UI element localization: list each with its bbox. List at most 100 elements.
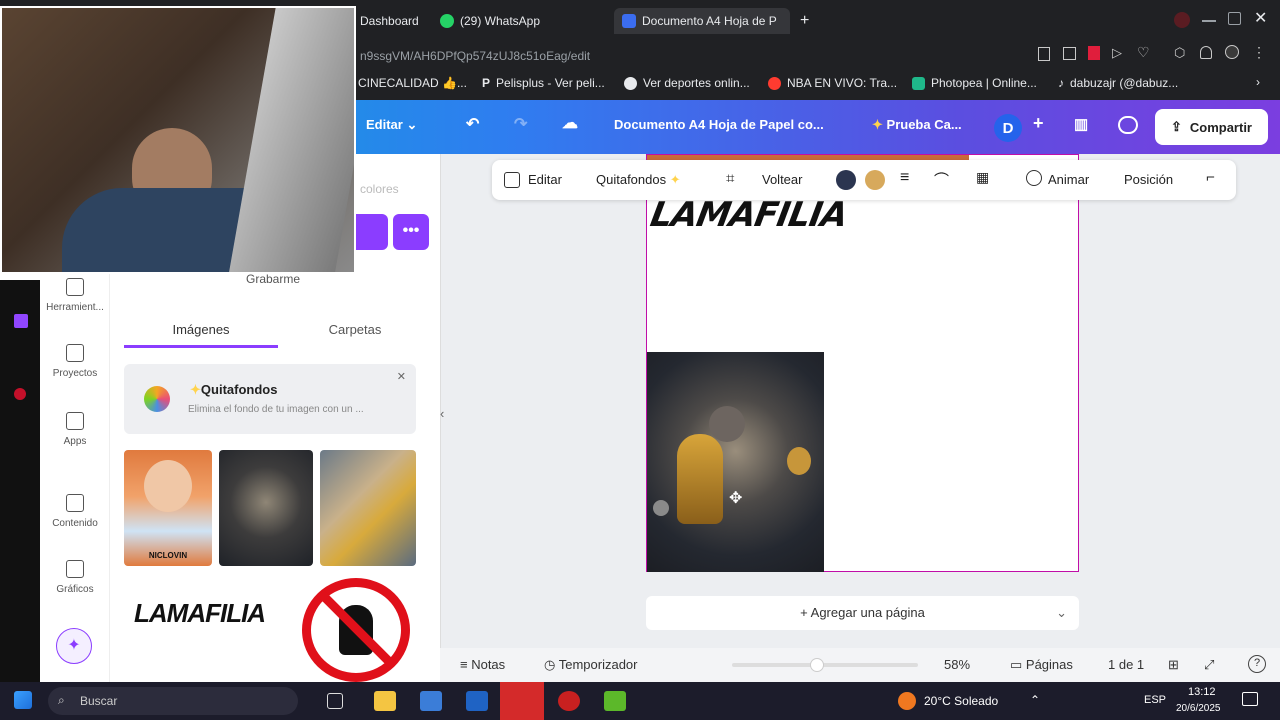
color-swatch-dark[interactable]: [836, 170, 856, 190]
bookmark-cinecalidad[interactable]: CINECALIDAD 👍...: [358, 76, 467, 90]
tab-dashboard[interactable]: Dashboard: [352, 8, 427, 34]
file-explorer-icon[interactable]: [374, 691, 396, 711]
avatar[interactable]: [1225, 45, 1239, 59]
bgremover-promo-card[interactable]: ✦Quitafondos Elimina el fondo de tu imag…: [124, 364, 416, 434]
bookmark-deportes[interactable]: Ver deportes onlin...: [624, 76, 750, 90]
rotate-handle[interactable]: [653, 500, 669, 516]
insights-icon[interactable]: ▥: [1074, 115, 1088, 133]
nav-content[interactable]: Contenido: [40, 494, 110, 529]
avatar[interactable]: D: [994, 114, 1022, 142]
redo-icon[interactable]: ↷: [514, 114, 527, 134]
zoom-handle[interactable]: [810, 658, 824, 672]
windows-start-icon[interactable]: [14, 691, 32, 709]
nav-projects[interactable]: Proyectos: [40, 344, 110, 379]
collapse-panel-icon[interactable]: ‹: [440, 406, 444, 421]
nav-charts[interactable]: Gráficos: [40, 560, 110, 595]
record-icon[interactable]: [1088, 46, 1100, 60]
maximize-icon[interactable]: [1228, 12, 1241, 25]
heart-icon[interactable]: ♡: [1137, 44, 1150, 61]
image-thumb-trophy[interactable]: [219, 450, 313, 566]
share-button[interactable]: ⇪ Compartir: [1154, 109, 1268, 145]
chevron-right-icon[interactable]: ›: [1256, 75, 1260, 89]
primary-action-button[interactable]: [356, 214, 388, 250]
tab-documento[interactable]: Documento A4 Hoja de P: [614, 8, 790, 34]
animate-button[interactable]: Animar: [1048, 172, 1089, 187]
color-swatch-gold[interactable]: [865, 170, 885, 190]
new-tab-button[interactable]: +: [792, 8, 817, 34]
paint-roller-icon[interactable]: ⌐: [1206, 169, 1215, 186]
pages-button[interactable]: ▭ Páginas: [1010, 657, 1073, 673]
image-thumb-sticker[interactable]: NICLOVIN: [124, 450, 212, 566]
nav-apps[interactable]: Apps: [40, 412, 110, 447]
add-collaborator-icon[interactable]: +: [1033, 113, 1044, 134]
bookmark-photopea[interactable]: Photopea | Online...: [912, 76, 1037, 90]
bookmark-icon[interactable]: [1038, 47, 1050, 61]
tab-whatsapp[interactable]: (29) WhatsApp: [432, 8, 548, 34]
play-icon[interactable]: ▷: [1112, 45, 1122, 61]
taskbar-search[interactable]: ⌕ Buscar: [48, 687, 298, 715]
notifications-icon[interactable]: [1242, 692, 1258, 706]
trial-button[interactable]: ✦ Prueba Ca...: [872, 117, 962, 133]
close-icon[interactable]: ✕: [1254, 8, 1270, 27]
nav-tools[interactable]: Herramient...: [40, 278, 110, 313]
bookmark-tiktok[interactable]: ♪ dabuzajr (@dabuz...: [1058, 76, 1178, 90]
edit-menu[interactable]: Editar ⌄: [366, 117, 417, 133]
notes-button[interactable]: ≡ Notas: [460, 657, 505, 672]
chrome-icon[interactable]: [558, 691, 580, 711]
corner-rounding-icon[interactable]: ⌒: [934, 169, 949, 190]
help-icon[interactable]: ?: [1248, 655, 1266, 673]
tab-search-icon[interactable]: [1063, 47, 1076, 60]
zoom-level[interactable]: 58%: [944, 657, 970, 672]
outlook-icon[interactable]: [466, 691, 488, 711]
language-indicator[interactable]: ESP: [1144, 694, 1166, 706]
close-icon[interactable]: ✕: [397, 370, 406, 383]
bgremover-button[interactable]: Quitafondos ✦: [596, 172, 681, 188]
chevron-up-icon[interactable]: ⌃: [1030, 693, 1040, 707]
fullscreen-icon[interactable]: ⤢: [1204, 657, 1214, 673]
whatsapp-icon: [440, 14, 454, 28]
profile-icon[interactable]: [1174, 12, 1190, 28]
flip-button[interactable]: Voltear: [762, 172, 802, 187]
transparency-icon[interactable]: ▦: [976, 169, 989, 186]
bookmark-pelisplus[interactable]: P Pelisplus - Ver peli...: [482, 76, 605, 90]
lamafilia-logo[interactable]: LAMAFILIA: [647, 195, 850, 235]
twitch-icon[interactable]: [14, 314, 28, 328]
menu-icon[interactable]: ⋮: [1252, 44, 1266, 61]
move-cursor-icon: ✥: [729, 490, 743, 507]
grid-view-icon[interactable]: ⊞: [1168, 657, 1179, 673]
chevron-down-icon[interactable]: ⌄: [1056, 596, 1067, 630]
border-style-icon[interactable]: ≡: [900, 169, 909, 187]
magic-assistant-icon[interactable]: ✦: [56, 628, 92, 664]
taskbar-app-active[interactable]: [500, 682, 544, 720]
account-icon[interactable]: [1200, 46, 1212, 59]
store-icon[interactable]: [420, 691, 442, 711]
zoom-slider[interactable]: [732, 658, 918, 672]
image-thumb-prohibited[interactable]: [302, 578, 410, 682]
weather-text[interactable]: 20°C Soleado: [924, 694, 998, 708]
add-page-button[interactable]: + Agregar una página ⌄: [646, 596, 1079, 630]
tab-folders[interactable]: Carpetas: [278, 322, 432, 337]
task-view-icon[interactable]: [327, 693, 343, 709]
tab-images[interactable]: Imágenes: [124, 322, 278, 337]
crop-icon[interactable]: ⌗: [726, 170, 734, 187]
minimize-icon[interactable]: [1202, 20, 1216, 22]
green-app-icon[interactable]: [604, 691, 626, 711]
image-thumb-lamafilia[interactable]: LAMAFILIA: [134, 598, 266, 629]
doc-title[interactable]: Documento A4 Hoja de Papel co...: [614, 117, 824, 132]
bookmark-nba[interactable]: NBA EN VIVO: Tra...: [768, 76, 897, 90]
image-thumb-celebration[interactable]: [320, 450, 416, 566]
live-dot-icon[interactable]: [14, 388, 26, 400]
design-page[interactable]: LAMAFILIA ✥: [646, 154, 1079, 572]
cloud-save-icon[interactable]: ☁: [562, 113, 578, 133]
clock-time[interactable]: 13:12: [1188, 686, 1216, 698]
timer-button[interactable]: ◷ Temporizador: [544, 657, 638, 673]
clock-date[interactable]: 20/6/2025: [1176, 703, 1221, 714]
trophy-shape: [677, 434, 723, 524]
position-button[interactable]: Posición: [1124, 172, 1173, 187]
more-options-button[interactable]: •••: [393, 214, 429, 250]
extensions-icon[interactable]: ⬡: [1174, 45, 1185, 61]
selected-photo-trophy[interactable]: ✥: [647, 352, 824, 572]
edit-button[interactable]: Editar: [528, 172, 562, 187]
comment-icon[interactable]: [1118, 116, 1138, 134]
undo-icon[interactable]: ↶: [466, 114, 479, 134]
